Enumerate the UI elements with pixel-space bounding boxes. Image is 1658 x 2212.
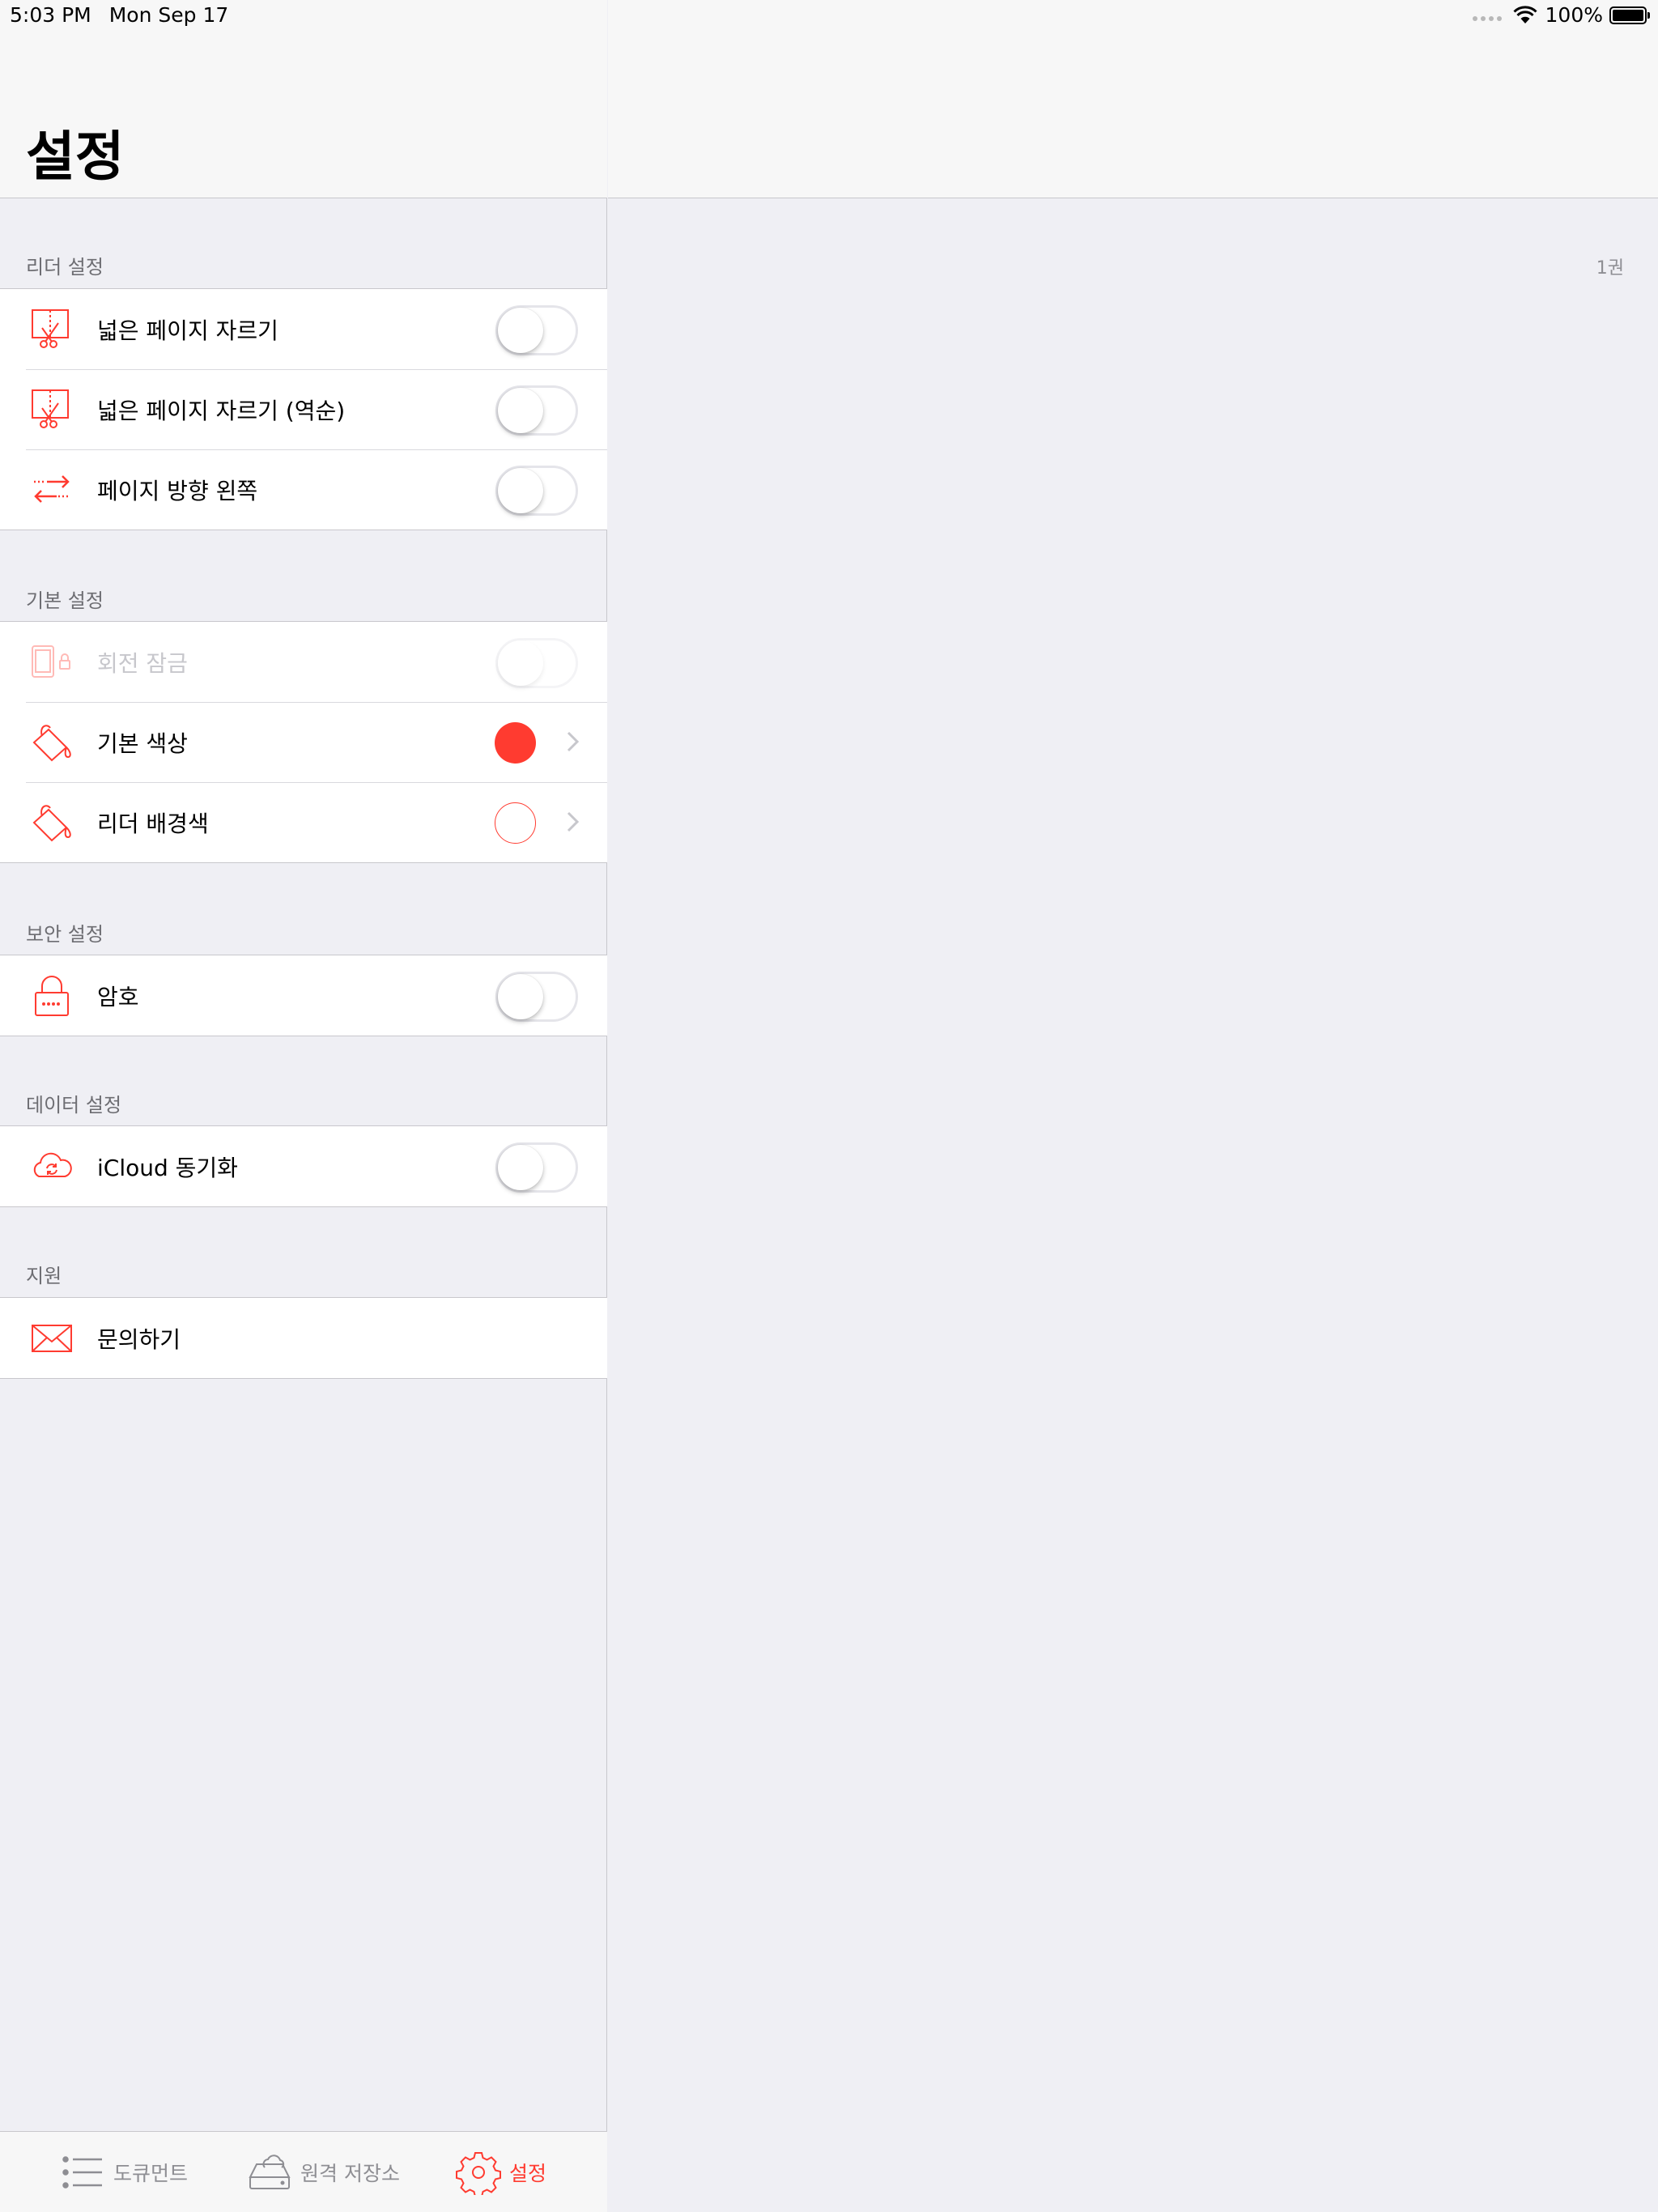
settings-group-reader: 넓은 페이지 자르기 넓은 페이지 자르기 (역순) 페이지 방향 왼쪽: [0, 288, 607, 530]
settings-group-support: 문의하기: [0, 1297, 607, 1379]
setting-label: 넓은 페이지 자르기 (역순): [97, 398, 346, 424]
setting-row-contact[interactable]: 문의하기: [0, 1298, 607, 1378]
section-header-security: 보안 설정: [26, 923, 104, 946]
cellular-signal-icon: [1472, 15, 1502, 21]
lock-icon: [28, 972, 76, 1020]
chevron-right-icon: [567, 811, 580, 832]
rotation-lock-icon: [28, 638, 76, 687]
sidebar-pane: 설정 리더 설정 넓은 페이지 자르기 넓은 페이지 자르기 (역순) 페이지 …: [0, 0, 607, 2212]
crop-scissors-icon: [28, 385, 76, 434]
crop-wide-page-reverse-toggle[interactable]: [495, 385, 578, 436]
list-icon: [62, 2156, 102, 2189]
tab-remote-storage[interactable]: 원격 저장소: [247, 2150, 400, 2195]
tab-label: 도큐먼트: [113, 2162, 189, 2185]
section-header-basic: 기본 설정: [26, 589, 104, 612]
setting-row-crop-wide-page: 넓은 페이지 자르기: [0, 289, 607, 369]
setting-row-icloud-sync: iCloud 동기화: [0, 1126, 607, 1206]
status-time-date: 5:03 PM Mon Sep 17: [10, 3, 246, 27]
section-header-data: 데이터 설정: [26, 1094, 122, 1117]
paint-bucket-icon: [28, 798, 76, 847]
status-time: 5:03 PM: [10, 3, 91, 27]
tab-settings[interactable]: 설정: [456, 2150, 546, 2195]
cloud-sync-icon: [28, 1142, 76, 1191]
setting-row-crop-wide-page-reverse: 넓은 페이지 자르기 (역순): [0, 369, 607, 449]
page-direction-left-toggle[interactable]: [495, 466, 578, 516]
setting-row-passcode: 암호: [0, 955, 607, 1036]
section-header-support: 지원: [26, 1265, 62, 1287]
setting-label: 암호: [97, 984, 139, 1010]
tab-bar: 도큐먼트 원격 저장소 설정: [0, 2131, 607, 2212]
settings-group-security: 암호: [0, 955, 607, 1036]
settings-group-data: iCloud 동기화: [0, 1125, 607, 1207]
setting-row-page-direction-left: 페이지 방향 왼쪽: [0, 449, 607, 530]
crop-scissors-icon: [28, 305, 76, 354]
gear-icon: [456, 2152, 501, 2195]
setting-label: iCloud 동기화: [97, 1155, 238, 1181]
setting-row-default-color[interactable]: 기본 색상: [0, 702, 607, 782]
setting-row-rotation-lock: 회전 잠금: [0, 622, 607, 702]
cloud-drive-icon: [249, 2155, 291, 2189]
default-color-swatch: [495, 722, 536, 764]
setting-label: 문의하기: [97, 1326, 181, 1353]
page-title: 설정: [26, 125, 125, 188]
reader-background-color-swatch: [495, 802, 536, 844]
detail-pane: 1권: [608, 0, 1658, 2212]
battery-percent: 100%: [1545, 3, 1603, 27]
tab-label: 원격 저장소: [300, 2162, 400, 2185]
status-bar: 5:03 PM Mon Sep 17 100%: [0, 0, 1658, 32]
setting-label: 넓은 페이지 자르기: [97, 317, 278, 344]
status-date: Mon Sep 17: [108, 3, 229, 27]
paint-bucket-icon: [28, 718, 76, 767]
icloud-sync-toggle[interactable]: [495, 1142, 578, 1193]
settings-group-basic: 회전 잠금 기본 색상 리더 배경색: [0, 621, 607, 863]
setting-row-reader-background-color[interactable]: 리더 배경색: [0, 782, 607, 862]
swap-arrows-icon: [28, 466, 76, 514]
rotation-lock-toggle[interactable]: [495, 638, 578, 688]
mail-icon: [28, 1314, 76, 1363]
crop-wide-page-toggle[interactable]: [495, 305, 578, 355]
setting-label: 리더 배경색: [97, 810, 209, 837]
chevron-right-icon: [567, 731, 580, 752]
setting-label: 페이지 방향 왼쪽: [97, 478, 258, 504]
tab-documents[interactable]: 도큐먼트: [60, 2150, 188, 2195]
battery-icon: [1609, 6, 1650, 24]
section-header-reader: 리더 설정: [26, 256, 104, 279]
status-indicators: 100%: [1472, 3, 1650, 27]
passcode-toggle[interactable]: [495, 972, 578, 1022]
volume-count: 1권: [1596, 258, 1624, 279]
wifi-icon: [1512, 5, 1537, 23]
setting-label: 기본 색상: [97, 730, 188, 757]
tab-label: 설정: [509, 2162, 547, 2185]
setting-label: 회전 잠금: [97, 650, 188, 677]
